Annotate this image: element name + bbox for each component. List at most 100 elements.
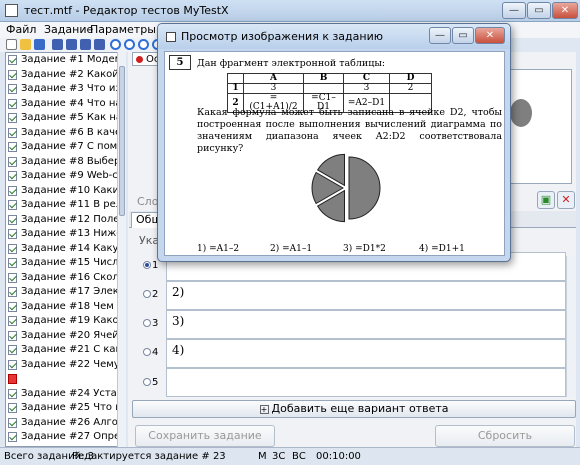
check-icon — [8, 84, 17, 94]
record-icon — [136, 56, 143, 63]
save-task-button[interactable]: Сохранить задание — [135, 425, 275, 447]
check-icon — [8, 330, 17, 341]
task-item[interactable]: Задание #1 Модем - это — [6, 53, 121, 67]
check-icon — [8, 200, 17, 210]
pie-slice — [348, 156, 381, 220]
check-icon — [8, 142, 17, 152]
radio-icon — [143, 261, 151, 269]
table-header-cell: C — [343, 73, 390, 84]
menu-task[interactable]: Задание — [44, 23, 93, 36]
maximize-button[interactable]: ▭ — [527, 2, 551, 19]
dialog-maximize-button[interactable]: ▭ — [452, 27, 474, 44]
nav-first-icon[interactable] — [110, 39, 121, 50]
check-icon — [8, 171, 17, 181]
answer-field[interactable]: 3) — [166, 310, 566, 339]
task-item[interactable]: Задание #5 Как называ — [6, 111, 121, 125]
table-header-cell: D — [389, 73, 432, 84]
task-item[interactable]: Задание #18 Чем опред — [6, 300, 121, 314]
dialog-title: Просмотр изображения к заданию — [181, 30, 383, 43]
task-item[interactable]: Задание #19 Какой адр — [6, 314, 121, 328]
task-item[interactable]: Задание #16 Сколько е — [6, 271, 121, 285]
table-cell: 1 — [227, 83, 244, 94]
task-item[interactable]: Задание #6 В качестве — [6, 126, 121, 140]
check-icon — [8, 258, 17, 268]
answer-select[interactable]: 5 — [143, 377, 158, 388]
task-item[interactable]: Задание #20 Ячейка эл — [6, 329, 121, 343]
check-icon — [8, 432, 17, 442]
check-icon — [8, 229, 17, 239]
task-item[interactable]: Задание #10 Какие пар — [6, 184, 121, 198]
task-item[interactable]: Задание #14 Какую стр — [6, 242, 121, 256]
answers-scrollbar[interactable] — [566, 256, 576, 397]
check-icon — [8, 359, 17, 370]
copy-task-icon[interactable] — [66, 39, 77, 50]
edit-task-icon[interactable] — [94, 39, 105, 50]
minimize-button[interactable]: — — [502, 2, 526, 19]
scroll-thumb[interactable] — [119, 66, 125, 216]
toolbar — [0, 38, 163, 52]
task-item[interactable]: Задание #27 Определи — [6, 430, 121, 444]
add-task-icon[interactable] — [52, 39, 63, 50]
add-answer-button[interactable]: + Добавить еще вариант ответа — [132, 400, 576, 418]
answer-field[interactable]: 2) — [166, 281, 566, 310]
task-item[interactable]: Задание #17 Электрони — [6, 285, 121, 299]
radio-icon — [143, 319, 151, 327]
status-time: 00:10:00 — [316, 451, 361, 462]
open-folder-icon[interactable] — [20, 39, 31, 50]
nav-next-icon[interactable] — [138, 39, 149, 50]
option-4: 4) =D1+1 — [419, 244, 465, 254]
task-item[interactable]: Задание #4 Что называ — [6, 97, 121, 111]
task-item[interactable]: Задание #11 В реляцио — [6, 198, 121, 212]
check-icon — [8, 345, 17, 355]
task-list-scrollbar[interactable] — [117, 52, 126, 447]
table-cell: 3 — [243, 83, 304, 94]
delete-task-icon[interactable] — [80, 39, 91, 50]
status-bar: Всего заданий: 3 Редактируется задание #… — [0, 447, 580, 465]
task-item[interactable]: Задание #7 С помощью — [6, 140, 121, 154]
task-item[interactable]: Задание #8 Выберите г — [6, 155, 121, 169]
task-item[interactable]: Задание #13 Ниже в таб — [6, 227, 121, 241]
table-header-cell: A — [243, 73, 304, 84]
task-item[interactable]: Задание #24 Установит — [6, 387, 121, 401]
check-icon — [8, 214, 17, 225]
status-vc: ВС — [292, 451, 306, 462]
dialog-title-bar: Просмотр изображения к заданию — ▭ ✕ — [158, 24, 510, 49]
radio-icon — [143, 290, 151, 298]
task-item[interactable]: Задание #22 Чему буде — [6, 358, 121, 372]
table-cell — [303, 83, 344, 94]
delete-icon: ✕ — [561, 193, 571, 206]
answer-field[interactable] — [166, 368, 566, 397]
task-item[interactable]: Задание #26 Алгоритм — [6, 416, 121, 430]
task-item[interactable]: Задание #2 Какой из — [6, 68, 121, 82]
task-item-selected[interactable]: Задание # 23 — [6, 372, 121, 386]
main-title-bar: тест.mtf - Редактор тестов MyTestX — [0, 0, 580, 22]
reset-button[interactable]: Сбросить — [435, 425, 575, 447]
task-item[interactable]: Задание #21 С какого з — [6, 343, 121, 357]
task-item[interactable]: Задание #15 Числовая — [6, 256, 121, 270]
task-item[interactable]: Задание #25 Что назыв — [6, 401, 121, 415]
task-item[interactable]: Задание #12 Полем рел — [6, 213, 121, 227]
save-icon[interactable] — [34, 39, 45, 50]
new-file-icon[interactable] — [6, 39, 17, 50]
warning-icon — [8, 374, 17, 384]
app-icon — [5, 4, 18, 17]
close-button[interactable]: ✕ — [552, 2, 578, 19]
answer-select[interactable]: 4 — [143, 347, 158, 358]
menu-file[interactable]: Файл — [6, 23, 36, 36]
answer-select[interactable]: 2 — [143, 289, 158, 300]
check-icon — [8, 127, 17, 138]
answer-field[interactable]: 4) — [166, 339, 566, 368]
task-item[interactable]: Задание #9 Web-стран — [6, 169, 121, 183]
image-preview-dialog: Просмотр изображения к заданию — ▭ ✕ 5 Д… — [157, 23, 511, 262]
image-delete-button[interactable]: ✕ — [557, 191, 575, 209]
check-icon — [8, 98, 17, 109]
image-load-button[interactable]: ▣ — [537, 191, 555, 209]
status-m: M — [258, 451, 267, 462]
dialog-minimize-button[interactable]: — — [429, 27, 451, 44]
dialog-close-button[interactable]: ✕ — [475, 27, 505, 44]
task-item[interactable]: Задание #3 Что из пере — [6, 82, 121, 96]
answer-select[interactable]: 3 — [143, 318, 158, 329]
nav-prev-icon[interactable] — [124, 39, 135, 50]
check-icon — [8, 113, 17, 123]
answer-select[interactable]: 1 — [143, 260, 158, 271]
